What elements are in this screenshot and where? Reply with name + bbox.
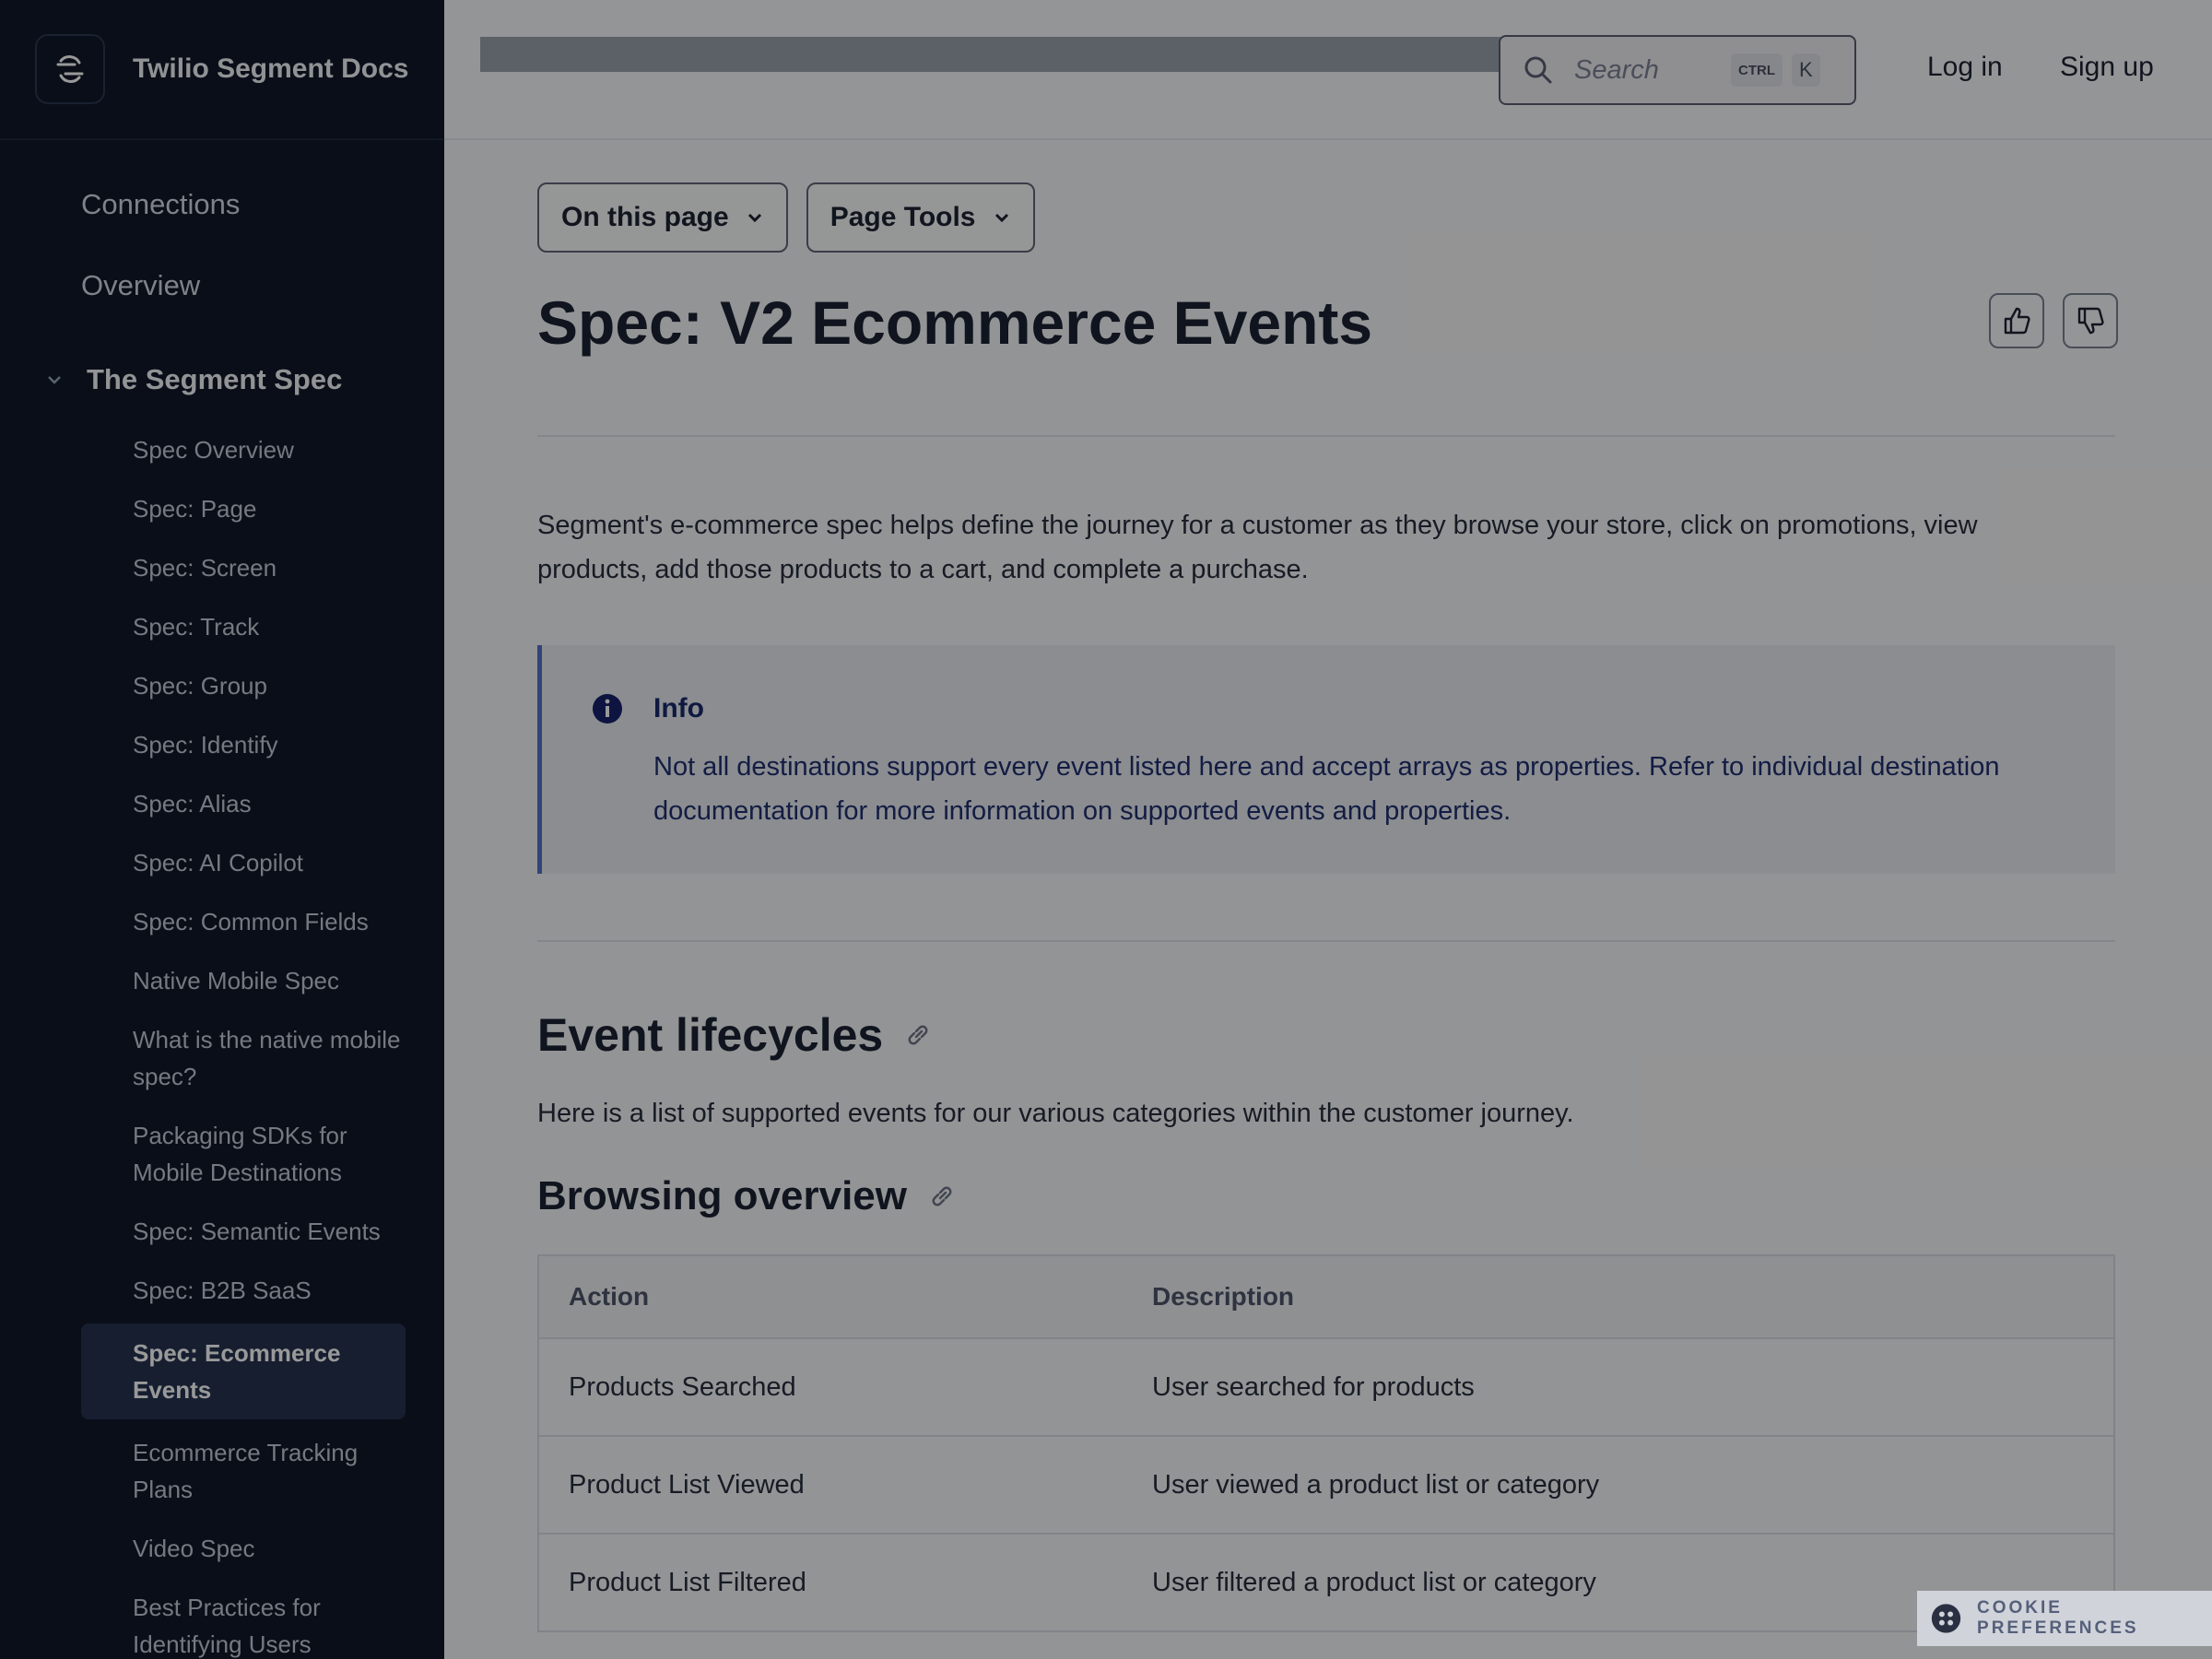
sidebar-item-spec-common-fields[interactable]: Spec: Common Fields	[81, 892, 406, 951]
sidebar-section-segment-spec[interactable]: The Segment Spec	[0, 339, 444, 420]
section-heading-event-lifecycles: Event lifecycles	[537, 1008, 2115, 1062]
section-heading-text: Event lifecycles	[537, 1009, 884, 1061]
sidebar-item-spec-group[interactable]: Spec: Group	[81, 656, 406, 715]
sidebar-item-spec-track[interactable]: Spec: Track	[81, 597, 406, 656]
info-icon	[593, 694, 622, 724]
thumbs-down-icon	[2077, 307, 2104, 335]
search-input[interactable]: Search CTRL K	[1499, 35, 1856, 105]
table-cell-description: User searched for products	[1123, 1338, 2114, 1437]
info-callout: Info Not all destinations support every …	[537, 645, 2115, 874]
chevron-down-icon	[994, 213, 1008, 223]
search-icon	[1524, 56, 1552, 84]
sidebar-item-spec-b2b-saas[interactable]: Spec: B2B SaaS	[81, 1261, 406, 1320]
title-row: Spec: V2 Ecommerce Events	[537, 253, 2118, 437]
sidebar-item-spec-ai-copilot[interactable]: Spec: AI Copilot	[81, 833, 406, 892]
sidebar-list: Spec Overview Spec: Page Spec: Screen Sp…	[0, 420, 444, 1659]
table-header-action: Action	[538, 1255, 1123, 1339]
thumbs-up-icon	[2004, 307, 2030, 335]
browsing-events-table: Action Description Products Searched Use…	[537, 1254, 2115, 1632]
table-row: Product List Viewed User viewed a produc…	[538, 1436, 2114, 1535]
event-lifecycles-paragraph: Here is a list of supported events for o…	[537, 1099, 1574, 1128]
sidebar-item-spec-semantic-events[interactable]: Spec: Semantic Events	[81, 1202, 406, 1261]
on-this-page-label: On this page	[561, 202, 729, 232]
table-header-row: Action Description	[538, 1255, 2114, 1339]
sidebar-item-overview[interactable]: Overview	[0, 258, 444, 339]
link-icon[interactable]	[903, 1020, 933, 1050]
sidebar-nav: Connections Overview The Segment Spec Sp…	[0, 140, 444, 1659]
sidebar-item-native-mobile-spec[interactable]: Native Mobile Spec	[81, 951, 406, 1010]
search-placeholder: Search	[1574, 54, 1659, 85]
link-icon[interactable]	[927, 1182, 957, 1211]
on-this-page-button[interactable]: On this page	[537, 182, 788, 253]
sidebar-item-spec-alias[interactable]: Spec: Alias	[81, 774, 406, 833]
page-tools-label: Page Tools	[830, 202, 976, 232]
sidebar-item-spec-overview[interactable]: Spec Overview	[81, 420, 406, 479]
main-content: On this page Page Tools Spec: V2 Ecommer…	[537, 140, 2118, 1632]
brand[interactable]: Twilio Segment Docs	[0, 0, 444, 140]
sidebar-item-video-spec[interactable]: Video Spec	[81, 1519, 406, 1578]
page-title: Spec: V2 Ecommerce Events	[537, 288, 1373, 357]
table-row: Product List Filtered User filtered a pr…	[538, 1534, 2114, 1632]
cookie-preferences-button[interactable]: COOKIE PREFERENCES	[1917, 1591, 2212, 1646]
table-cell-action: Product List Filtered	[538, 1534, 1123, 1632]
chevron-down-icon	[48, 376, 61, 384]
signup-link[interactable]: Sign up	[2060, 52, 2154, 83]
login-link[interactable]: Log in	[1927, 52, 2003, 83]
intro-paragraph: Segment's e-commerce spec helps define t…	[537, 511, 1978, 584]
callout-title: Info	[653, 693, 704, 724]
thumbs-down-button[interactable]	[2063, 293, 2118, 348]
table-header-description: Description	[1123, 1255, 2114, 1339]
section-heading-browsing-overview: Browsing overview	[537, 1173, 2115, 1219]
table-cell-action: Products Searched	[538, 1338, 1123, 1437]
kbd-ctrl: CTRL	[1731, 53, 1783, 87]
brand-title: Twilio Segment Docs	[133, 53, 409, 84]
sidebar-item-what-is-native-mobile-spec[interactable]: What is the native mobile spec?	[81, 1010, 406, 1106]
thumbs-up-button[interactable]	[1989, 293, 2044, 348]
sidebar-item-spec-ecommerce-events[interactable]: Spec: Ecommerce Events	[81, 1324, 406, 1419]
sidebar-item-spec-screen[interactable]: Spec: Screen	[81, 538, 406, 597]
page-tools-button[interactable]: Page Tools	[806, 182, 1035, 253]
subsection-heading-text: Browsing overview	[537, 1173, 908, 1218]
sidebar-item-packaging-sdks[interactable]: Packaging SDKs for Mobile Destinations	[81, 1106, 406, 1202]
sidebar: Twilio Segment Docs Connections Overview…	[0, 0, 444, 1659]
cookie-icon	[1931, 1604, 1961, 1633]
page-toolbar: On this page Page Tools	[537, 182, 2115, 253]
sidebar-item-spec-identify[interactable]: Spec: Identify	[81, 715, 406, 774]
sidebar-item-spec-page[interactable]: Spec: Page	[81, 479, 406, 538]
divider	[537, 940, 2115, 942]
table-row: Products Searched User searched for prod…	[538, 1338, 2114, 1437]
table-cell-description: User viewed a product list or category	[1123, 1436, 2114, 1535]
top-bar: Search CTRL K Log in Sign up	[444, 0, 2212, 140]
table-cell-action: Product List Viewed	[538, 1436, 1123, 1535]
sidebar-section-label: The Segment Spec	[87, 363, 343, 395]
chevron-down-icon	[747, 213, 761, 223]
sidebar-item-connections[interactable]: Connections	[0, 177, 444, 258]
callout-body: Not all destinations support every event…	[653, 752, 2000, 826]
sidebar-item-best-practices-identifying-users[interactable]: Best Practices for Identifying Users	[81, 1578, 406, 1659]
sidebar-item-ecommerce-tracking-plans[interactable]: Ecommerce Tracking Plans	[81, 1423, 406, 1519]
cookie-preferences-label: COOKIE PREFERENCES	[1977, 1598, 2139, 1638]
segment-logo-icon	[35, 34, 105, 104]
kbd-k: K	[1792, 53, 1820, 87]
